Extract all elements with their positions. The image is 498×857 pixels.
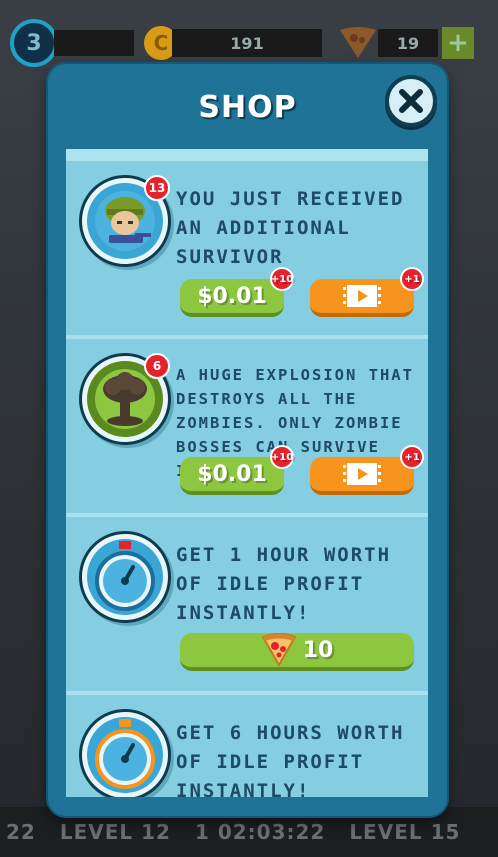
shop-item-explosion: 6 A HUGE EXPLOSION THAT DESTROYS ALL THE… xyxy=(66,339,428,517)
coin-count: 191 xyxy=(172,29,322,57)
shop-modal: SHOP 13 YOU JUST RECEIVED AN ADDITIONAL … xyxy=(48,64,447,816)
item-description: GET 1 HOUR WORTH OF IDLE PROFIT INSTANTL… xyxy=(176,544,392,624)
count-badge: 6 xyxy=(144,353,170,379)
close-button[interactable] xyxy=(385,75,437,127)
hud-bar: 3 C 191 19 + xyxy=(0,18,498,68)
bottom-item: LEVEL 12 xyxy=(59,820,171,844)
close-icon xyxy=(399,89,423,113)
shop-item-list[interactable]: 13 YOU JUST RECEIVED AN ADDITIONAL SURVI… xyxy=(66,149,428,797)
buy-explosion-button[interactable]: $0.01 +10 xyxy=(180,445,294,495)
buy-idle-profit-button[interactable]: 10 xyxy=(180,633,414,671)
bottom-item: LEVEL 15 xyxy=(349,820,461,844)
stopwatch-icon xyxy=(79,709,171,797)
bonus-badge: +1 xyxy=(400,267,424,291)
cost-label: 10 xyxy=(302,637,334,663)
watch-video-button[interactable]: +1 xyxy=(310,445,424,495)
shop-item-idle-6h: GET 6 HOURS WORTH OF IDLE PROFIT INSTANT… xyxy=(66,695,428,797)
price-label: $0.01 xyxy=(197,283,267,309)
shop-item-idle-1h: GET 1 HOUR WORTH OF IDLE PROFIT INSTANTL… xyxy=(66,517,428,695)
bottom-item: 22 xyxy=(6,820,36,844)
player-level: 3 xyxy=(10,19,58,67)
item-description: YOU JUST RECEIVED AN ADDITIONAL SURVIVOR xyxy=(176,188,405,268)
bottom-item: 1 02:03:22 xyxy=(194,820,326,844)
shop-item-survivor: 13 YOU JUST RECEIVED AN ADDITIONAL SURVI… xyxy=(66,161,428,339)
video-icon xyxy=(342,285,382,307)
price-label: $0.01 xyxy=(197,461,267,487)
video-icon xyxy=(342,463,382,485)
bonus-badge: +1 xyxy=(400,445,424,469)
slice-count: 19 xyxy=(378,29,438,57)
add-slices-button[interactable]: + xyxy=(442,27,474,59)
pizza-slice-icon xyxy=(340,27,376,58)
watch-video-button[interactable]: +1 xyxy=(310,267,424,317)
pizza-slice-icon xyxy=(261,633,297,667)
buy-survivor-button[interactable]: $0.01 +10 xyxy=(180,267,294,317)
count-badge: 13 xyxy=(144,175,170,201)
bonus-badge: +10 xyxy=(270,445,294,469)
level-progress-bar xyxy=(54,30,134,56)
item-description: GET 6 HOURS WORTH OF IDLE PROFIT INSTANT… xyxy=(176,722,405,797)
list-top-divider xyxy=(66,149,428,161)
bonus-badge: +10 xyxy=(270,267,294,291)
stopwatch-icon xyxy=(79,531,171,623)
